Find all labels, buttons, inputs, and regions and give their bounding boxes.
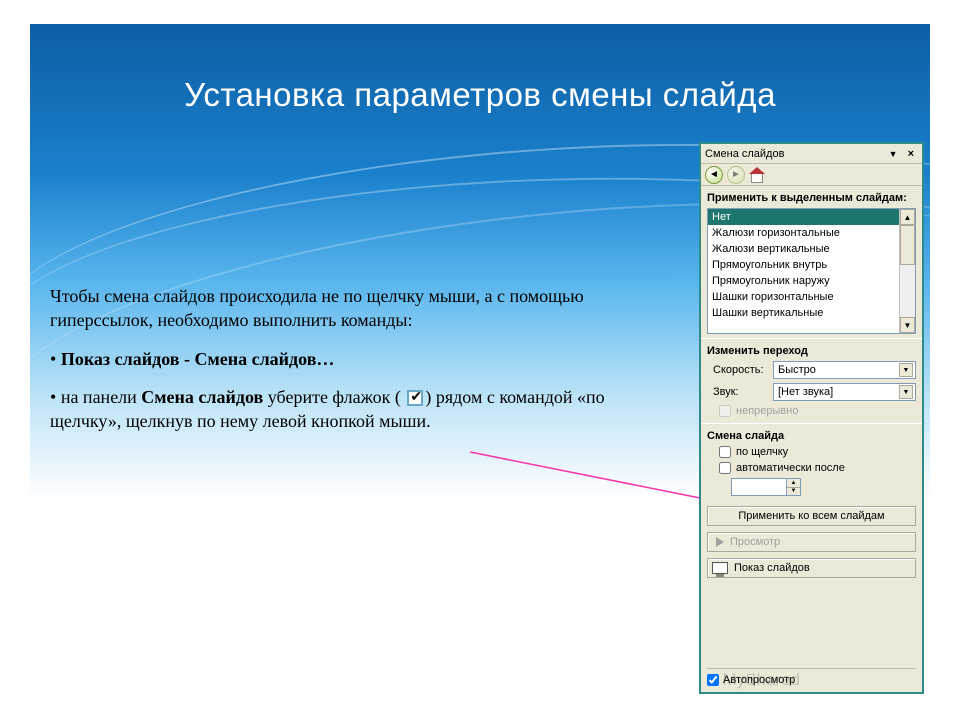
checkbox-input[interactable] xyxy=(719,462,731,474)
list-item[interactable]: Прямоугольник внутрь xyxy=(708,257,899,273)
speed-row: Скорость: Быстро ▼ xyxy=(701,359,922,381)
scroll-thumb[interactable] xyxy=(900,225,915,265)
time-input[interactable] xyxy=(731,478,787,496)
scroll-up-icon[interactable]: ▲ xyxy=(900,209,915,225)
scroll-down-icon[interactable]: ▼ xyxy=(900,317,915,333)
list-item[interactable]: Шашки горизонтальные xyxy=(708,289,899,305)
chevron-down-icon[interactable]: ▼ xyxy=(899,363,913,377)
on-click-checkbox[interactable]: по щелчку xyxy=(701,444,922,460)
watermark: MyShared xyxy=(723,670,800,690)
speed-label: Скорость: xyxy=(713,364,767,376)
play-icon xyxy=(716,537,724,547)
checkbox-input[interactable] xyxy=(719,446,731,458)
slideshow-button[interactable]: Показ слайдов xyxy=(707,558,916,578)
transition-listbox[interactable]: Нет Жалюзи горизонтальные Жалюзи вертика… xyxy=(707,208,916,334)
projector-icon xyxy=(712,562,728,574)
auto-after-checkbox[interactable]: автоматически после xyxy=(701,460,922,476)
loop-sound-checkbox[interactable]: непрерывно xyxy=(701,403,922,419)
bullet-item-1: Показ слайдов - Смена слайдов… xyxy=(50,347,625,371)
slide-canvas: Установка параметров смены слайда Чтобы … xyxy=(30,24,930,702)
list-item[interactable]: Жалюзи вертикальные xyxy=(708,241,899,257)
sound-label: Звук: xyxy=(713,386,767,398)
advance-slide-header: Смена слайда xyxy=(701,423,922,444)
checkbox-input[interactable] xyxy=(719,405,731,417)
bullet-item-2: на панели Смена слайдов уберите флажок (… xyxy=(50,385,625,434)
play-button[interactable]: Просмотр xyxy=(707,532,916,552)
pane-nav: ◄ ► xyxy=(701,164,922,186)
spin-up-icon[interactable]: ▲ xyxy=(787,479,800,488)
checkbox-inline-icon xyxy=(407,390,423,406)
chevron-down-icon[interactable]: ▼ xyxy=(899,385,913,399)
spin-down-icon[interactable]: ▼ xyxy=(787,488,800,496)
home-icon[interactable] xyxy=(749,168,765,182)
pane-titlebar: Смена слайдов ▼ × xyxy=(701,144,922,164)
back-icon[interactable]: ◄ xyxy=(705,166,723,184)
slide-title: Установка параметров смены слайда xyxy=(30,76,930,114)
speed-select[interactable]: Быстро ▼ xyxy=(773,361,916,379)
list-item[interactable]: Жалюзи горизонтальные xyxy=(708,225,899,241)
apply-to-label: Применить к выделенным слайдам: xyxy=(701,186,922,208)
pane-menu-dropdown[interactable]: ▼ xyxy=(889,149,898,159)
pane-title: Смена слайдов xyxy=(705,148,883,160)
apply-all-button[interactable]: Применить ко всем слайдам xyxy=(707,506,916,526)
scrollbar[interactable]: ▲ ▼ xyxy=(899,209,915,333)
body-text: Чтобы смена слайдов происходила не по ще… xyxy=(50,284,625,447)
callout-arrow xyxy=(470,444,730,514)
list-item[interactable]: Нет xyxy=(708,209,899,225)
forward-icon[interactable]: ► xyxy=(727,166,745,184)
auto-after-time[interactable]: ▲ ▼ xyxy=(701,476,922,500)
sound-select[interactable]: [Нет звука] ▼ xyxy=(773,383,916,401)
intro-paragraph: Чтобы смена слайдов происходила не по ще… xyxy=(50,284,625,333)
close-icon[interactable]: × xyxy=(904,148,918,160)
modify-transition-header: Изменить переход xyxy=(701,338,922,359)
transition-task-pane: Смена слайдов ▼ × ◄ ► Применить к выделе… xyxy=(699,142,924,694)
list-item[interactable]: Прямоугольник наружу xyxy=(708,273,899,289)
list-item[interactable]: Шашки вертикальные xyxy=(708,305,899,321)
checkbox-input[interactable] xyxy=(707,674,719,686)
sound-row: Звук: [Нет звука] ▼ xyxy=(701,381,922,403)
